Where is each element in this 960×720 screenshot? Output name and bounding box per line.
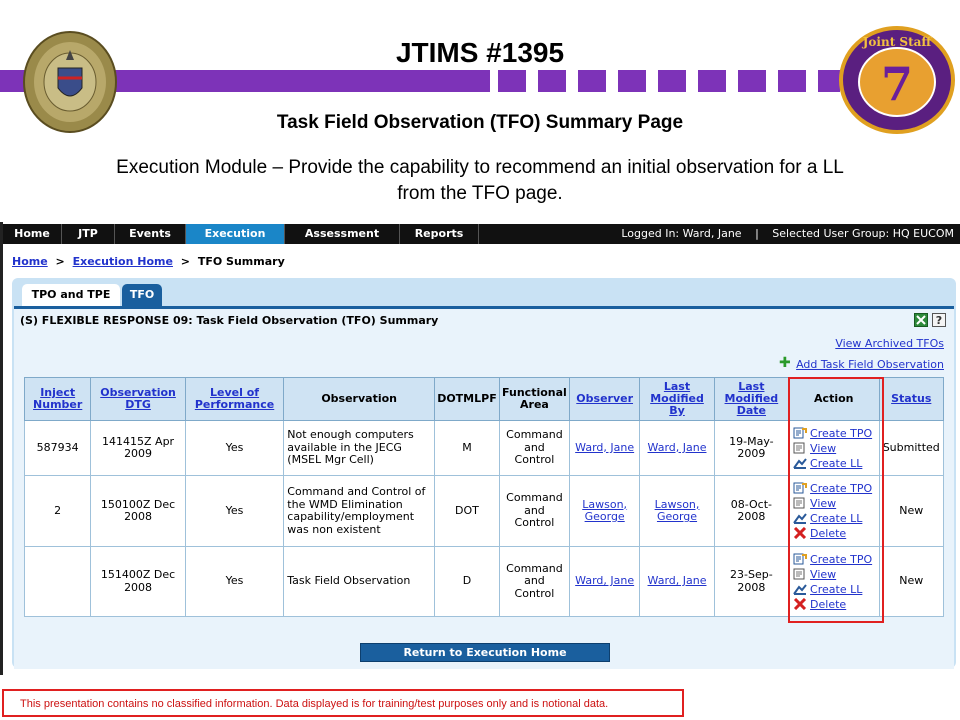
help-icon[interactable]: ? xyxy=(932,313,946,327)
logged-in-label: Logged In: Ward, Jane xyxy=(621,227,742,240)
disclaimer-box: This presentation contains no classified… xyxy=(2,689,684,717)
cell-modified-by: Lawson, George xyxy=(639,475,715,547)
cell-inject: 2 xyxy=(23,475,92,547)
tab-tfo[interactable]: TFO xyxy=(122,284,162,306)
cell-observer: Lawson, George xyxy=(568,475,641,547)
summary-title: (S) FLEXIBLE RESPONSE 09: Task Field Obs… xyxy=(20,314,439,327)
nav-separator: | xyxy=(755,227,759,240)
svg-text:?: ? xyxy=(936,314,942,327)
nav-tab-execution[interactable]: Execution xyxy=(186,224,285,244)
session-status: Logged In: Ward, Jane | Selected User Gr… xyxy=(621,224,954,243)
cell-dtg: 141415Z Apr 2009 xyxy=(90,420,186,476)
cell-dotmlpf: DOT xyxy=(434,475,500,547)
cell-observation: Task Field Observation xyxy=(283,546,436,617)
col-observation: Observation xyxy=(283,377,436,421)
cell-dotmlpf: D xyxy=(434,546,500,617)
slide-subtitle: Task Field Observation (TFO) Summary Pag… xyxy=(276,112,684,133)
cell-dotmlpf: M xyxy=(434,420,500,476)
cell-modified-by: Ward, Jane xyxy=(639,420,715,476)
cell-inject xyxy=(23,546,92,617)
cell-level: Yes xyxy=(184,420,285,476)
cell-observation: Not enough computers available in the JE… xyxy=(283,420,436,476)
return-to-execution-home-button[interactable]: Return to Execution Home xyxy=(360,643,610,662)
cell-dtg: 150100Z Dec 2008 xyxy=(90,475,186,547)
nav-tab-reports[interactable]: Reports xyxy=(400,224,479,244)
cell-modified-date: 19-May-2009 xyxy=(713,420,790,476)
cell-inject: 587934 xyxy=(23,420,92,476)
add-plus-icon: ✚ xyxy=(779,355,791,371)
app-border xyxy=(0,222,3,675)
cell-status: Submitted xyxy=(878,420,944,476)
cell-level: Yes xyxy=(184,546,285,617)
observer-link[interactable]: Lawson, George xyxy=(582,498,627,524)
col-dotmlpf: DOTMLPF xyxy=(434,377,500,421)
breadcrumb-current: TFO Summary xyxy=(197,255,285,268)
seal-top-text: Joint Staff xyxy=(862,35,933,49)
col-status[interactable]: Status xyxy=(878,377,944,421)
cell-area: Command and Control xyxy=(498,546,570,617)
purple-stripe-bar xyxy=(0,70,960,92)
excel-icon[interactable] xyxy=(914,313,928,327)
col-inject-number[interactable]: Inject Number xyxy=(23,377,92,421)
col-last-modified-date[interactable]: Last Modified Date xyxy=(713,377,790,421)
cell-level: Yes xyxy=(184,475,285,547)
modified-by-link[interactable]: Lawson, George xyxy=(655,498,700,524)
col-last-modified-by[interactable]: Last Modified By xyxy=(639,377,715,421)
breadcrumb-home-link[interactable]: Home xyxy=(12,255,48,268)
breadcrumb-separator: > xyxy=(180,255,191,268)
nav-tab-assessment[interactable]: Assessment xyxy=(285,224,400,244)
disclaimer-text: This presentation contains no classified… xyxy=(20,698,609,710)
breadcrumb-execution-home-link[interactable]: Execution Home xyxy=(73,255,173,268)
cell-modified-date: 08-Oct-2008 xyxy=(713,475,790,547)
col-functional-area: Functional Area xyxy=(498,377,570,421)
breadcrumb: Home > Execution Home > TFO Summary xyxy=(12,255,285,268)
nav-tab-jtp[interactable]: JTP xyxy=(62,224,115,244)
breadcrumb-separator: > xyxy=(55,255,65,268)
nav-tab-events[interactable]: Events xyxy=(115,224,186,244)
user-group-label: Selected User Group: HQ EUCOM xyxy=(772,227,954,240)
cell-observer: Ward, Jane xyxy=(568,546,641,617)
observer-link[interactable]: Ward, Jane xyxy=(575,574,634,588)
cell-modified-date: 23-Sep-2008 xyxy=(713,546,790,617)
cell-modified-by: Ward, Jane xyxy=(639,546,715,617)
view-archived-tfos-link[interactable]: View Archived TFOs xyxy=(835,337,944,350)
action-column-highlight xyxy=(788,377,884,623)
col-level-of-performance[interactable]: Level of Performance xyxy=(184,377,285,421)
cell-area: Command and Control xyxy=(498,420,570,476)
observer-link[interactable]: Ward, Jane xyxy=(575,441,634,454)
slide-title: JTIMS #1395 xyxy=(300,36,660,70)
cell-area: Command and Control xyxy=(498,475,570,547)
col-observation-dtg[interactable]: Observation DTG xyxy=(90,377,186,421)
add-task-field-observation-link[interactable]: Add Task Field Observation xyxy=(796,358,944,371)
top-navigation-bar: Home JTP Events Execution Assessment Rep… xyxy=(3,224,960,244)
tab-tpo-and-tpe[interactable]: TPO and TPE xyxy=(22,284,120,306)
seal-number-text: 7 xyxy=(881,57,913,111)
cell-status: New xyxy=(878,546,944,617)
modified-by-link[interactable]: Ward, Jane xyxy=(648,574,707,588)
cell-observer: Ward, Jane xyxy=(568,420,641,476)
nav-tab-home[interactable]: Home xyxy=(3,224,62,244)
cell-status: New xyxy=(878,475,944,547)
cell-dtg: 151400Z Dec 2008 xyxy=(90,546,186,617)
modified-by-link[interactable]: Ward, Jane xyxy=(648,441,707,454)
col-observer[interactable]: Observer xyxy=(568,377,641,421)
cell-observation: Command and Control of the WMD Eliminati… xyxy=(283,475,436,547)
slide-description: Execution Module – Provide the capabilit… xyxy=(116,157,844,204)
